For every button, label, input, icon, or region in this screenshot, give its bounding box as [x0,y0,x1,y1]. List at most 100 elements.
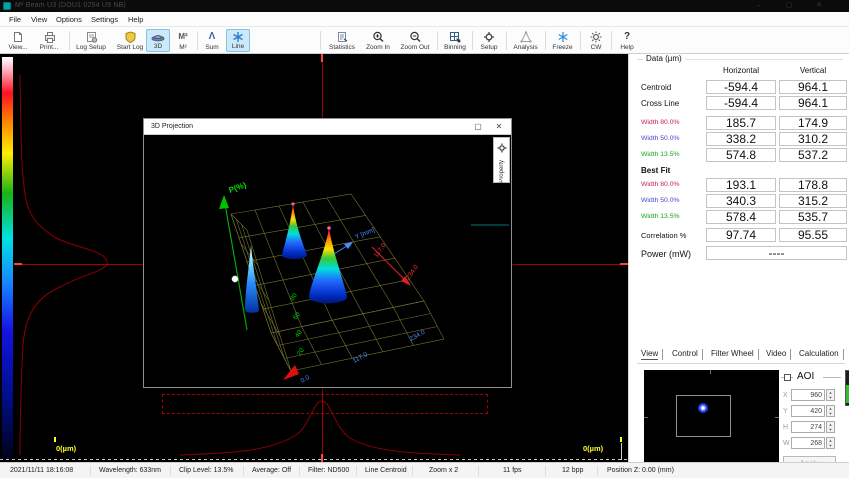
aoi-region-outline[interactable] [676,395,731,437]
status-fps: 11 fps [503,467,522,474]
aoi-w-input[interactable]: 268 [791,437,825,449]
status-divider [90,466,91,476]
aoi-y-input[interactable]: 420 [791,405,825,417]
bestfit-width-135-horizontal-value: 578.4 [706,210,776,224]
property-gear-icon [497,140,507,158]
menu-bar: File View Options Settings Help [0,12,849,27]
sum-button[interactable]: Λ Sum [200,29,224,52]
preview-tick [775,417,779,418]
tab-view[interactable]: View [637,349,663,360]
property-tab[interactable]: Property [493,137,510,183]
analysis-button[interactable]: Analysis [509,29,542,52]
help-button[interactable]: ? Help [614,29,640,52]
status-divider [478,466,479,476]
cross-line-horizontal-value: -594.4 [706,96,776,110]
centroid-horizontal-value: -594.4 [706,80,776,94]
cross-line-vertical-value: 964.1 [779,96,847,110]
aoi-x-input[interactable]: 960 [791,389,825,401]
menu-help[interactable]: Help [128,15,143,24]
analysis-icon [520,30,532,43]
log-setup-button[interactable]: Log Setup [72,29,110,52]
y-axis-label: Y [mm] [354,227,376,241]
data-panel-title: Data (µm) [643,54,685,63]
view-button[interactable]: View... [3,29,33,52]
bottom-ruler [0,459,628,460]
tab-video[interactable]: Video [762,349,791,360]
svg-text:80: 80 [289,292,299,302]
toolbar-separator [197,31,198,50]
width-80-horizontal-value: 185.7 [706,116,776,130]
close-button[interactable]: ✕ [810,1,828,11]
3d-window-title-bar[interactable]: 3D Projection ▢ ✕ [144,119,511,135]
aoi-x-spinner[interactable]: ▲▼ [826,389,835,401]
camera-preview[interactable] [644,370,779,467]
setup-button[interactable]: Setup [475,29,503,52]
3d-projection-window[interactable]: 3D Projection ▢ ✕ [143,118,512,388]
row-label-bestfit-width-50: Width 50.0% [641,197,680,204]
correlation-vertical-value: 95.55 [779,228,847,242]
3d-button[interactable]: 3D [146,29,170,52]
maximize-button[interactable]: ▢ [780,1,798,11]
m2-button[interactable]: M² M² [172,29,194,52]
axis-drag-handle [232,276,238,282]
aoi-checkbox[interactable] [784,374,791,381]
toolbar-separator [580,31,581,50]
power-label: Power (mW) [641,249,691,259]
3d-projection-icon [151,31,165,43]
status-position-z: Position Z: 0.00 (mm) [607,467,674,474]
aoi-x-label: X [783,392,788,399]
bestfit-width-80-horizontal-value: 193.1 [706,178,776,192]
aoi-w-spinner[interactable]: ▲▼ [826,437,835,449]
svg-text:40: 40 [294,329,304,339]
snowflake-icon [557,30,569,43]
statistics-button[interactable]: Statistics [324,29,360,52]
row-label-bestfit-width-80: Width 80.0% [641,181,680,188]
line-button[interactable]: Line [226,29,250,52]
zoom-in-button[interactable]: Zoom In [362,29,394,52]
start-log-button[interactable]: Start Log [111,29,149,52]
help-icon: ? [624,30,630,43]
menu-file[interactable]: File [9,15,21,24]
log-setup-icon [85,30,98,43]
tab-filter-wheel[interactable]: Filter Wheel [707,349,759,360]
status-line-centroid: Line Centroid [365,467,407,474]
shield-icon [125,30,136,43]
binning-button[interactable]: Binning [440,29,470,52]
aoi-h-input[interactable]: 274 [791,421,825,433]
binning-icon [449,30,461,43]
status-zoom: Zoom x 2 [429,467,458,474]
aoi-y-label: Y [783,408,788,415]
right-panel: Data (µm) Horizontal Vertical Centroid -… [628,54,849,462]
sun-icon [590,30,602,43]
toolbar-separator [472,31,473,50]
zoom-out-icon [409,30,421,43]
minimize-button[interactable]: – [750,1,768,11]
power-value: ---- [706,246,847,260]
zoom-out-button[interactable]: Zoom Out [397,29,433,52]
aoi-groupbox-border [823,377,841,378]
x-axis-arrow-icon [283,365,299,380]
menu-settings[interactable]: Settings [91,15,118,24]
svg-text:234.0: 234.0 [405,263,420,281]
3d-surface-plot[interactable]: P(%) 80 60 40 20 0.0 117.0 234.0 Y [mm] … [144,135,511,387]
tab-control[interactable]: Control [668,349,703,360]
right-ruler-line [621,443,622,460]
status-filter: Filter: ND500 [308,467,349,474]
gain-slider[interactable] [845,370,849,406]
freeze-button[interactable]: Freeze [548,29,577,52]
print-button[interactable]: Print... [34,29,64,52]
bestfit-width-135-vertical-value: 535.7 [779,210,847,224]
aoi-h-spinner[interactable]: ▲▼ [826,421,835,433]
menu-options[interactable]: Options [56,15,82,24]
status-divider [299,466,300,476]
aoi-y-spinner[interactable]: ▲▼ [826,405,835,417]
3d-window-maximize-button[interactable]: ▢ [471,122,485,132]
cw-button[interactable]: CW [583,29,609,52]
3d-window-close-button[interactable]: ✕ [492,122,506,132]
zoom-in-icon [372,30,384,43]
tab-calculation[interactable]: Calculation [795,349,844,360]
line-star-icon [232,31,244,43]
aoi-w-label: W [783,440,790,447]
width-80-vertical-value: 174.9 [779,116,847,130]
menu-view[interactable]: View [31,15,47,24]
